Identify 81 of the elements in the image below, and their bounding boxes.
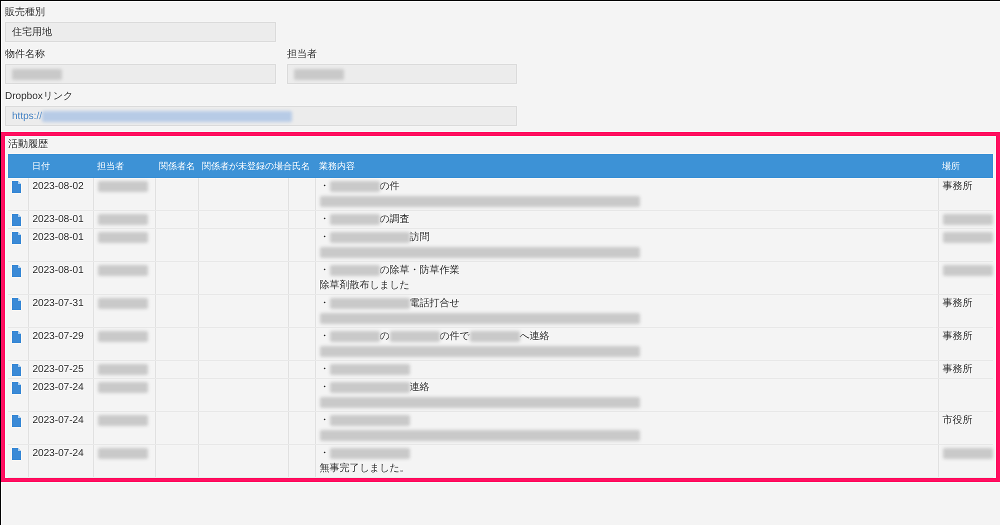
- date-cell: 2023-07-24: [28, 444, 93, 478]
- redacted-text: [942, 232, 992, 243]
- column-header: 関係者名: [155, 154, 198, 178]
- column-header: 日付: [28, 154, 93, 178]
- text: ・: [320, 330, 330, 344]
- redacted-text: [98, 264, 148, 276]
- redacted-text: [98, 382, 148, 393]
- document-icon[interactable]: [12, 382, 21, 394]
- redacted-text: [330, 214, 380, 225]
- document-icon[interactable]: [12, 364, 21, 376]
- redacted-text: [12, 68, 62, 80]
- text: 事務所: [942, 364, 972, 375]
- redacted-text: [98, 330, 148, 342]
- date-cell: 2023-08-01: [28, 262, 93, 294]
- text: 連絡: [410, 380, 430, 395]
- text: ・: [320, 180, 330, 194]
- redacted-text: [330, 331, 380, 342]
- redacted-text: [470, 331, 520, 342]
- text: ・: [320, 381, 330, 395]
- redacted-text: [98, 180, 148, 192]
- header-cell: [8, 154, 28, 178]
- redacted-text: [98, 298, 148, 309]
- field-label: 物件名称: [5, 48, 46, 61]
- text: ・: [320, 414, 330, 428]
- redacted-text: [294, 68, 344, 80]
- document-icon[interactable]: [12, 181, 21, 193]
- date-cell: 2023-08-01: [28, 210, 93, 228]
- text: 住宅用地: [12, 26, 52, 39]
- document-icon[interactable]: [12, 448, 21, 460]
- redacted-text: [98, 364, 148, 375]
- section-title: 活動履歴: [8, 138, 49, 152]
- column-header: 業務内容: [315, 154, 938, 178]
- field-label: 販売種別: [5, 6, 46, 19]
- document-icon[interactable]: [12, 265, 21, 277]
- redacted-text: [98, 232, 148, 243]
- text: ・: [320, 363, 330, 377]
- redacted-text: [390, 331, 440, 342]
- text: の除草・防草作業: [380, 264, 460, 278]
- text: 事務所: [942, 298, 972, 309]
- text: 訪問: [410, 230, 430, 245]
- text: 無事完了しました。: [320, 462, 410, 476]
- text: 電話打合せ: [410, 296, 460, 311]
- date-cell: 2023-07-31: [28, 294, 93, 328]
- text: ・: [320, 447, 330, 461]
- redacted-text: [98, 448, 148, 459]
- redacted-text: [98, 214, 148, 225]
- text: の調査: [380, 212, 410, 227]
- text: へ連絡: [520, 330, 550, 344]
- document-icon[interactable]: [12, 415, 21, 427]
- document-icon[interactable]: [12, 331, 21, 343]
- column-header: 担当者: [93, 154, 155, 178]
- date-cell: 2023-07-25: [28, 360, 93, 378]
- redacted-text: [330, 181, 380, 192]
- text: の: [380, 330, 390, 344]
- redacted-text: [330, 265, 380, 276]
- document-icon[interactable]: [12, 298, 21, 310]
- column-header: 場所: [938, 154, 993, 178]
- text: ・: [320, 264, 330, 278]
- field-label: 担当者: [287, 48, 318, 61]
- date-cell: 2023-07-24: [28, 412, 93, 444]
- text: ・: [320, 297, 330, 311]
- text: 事務所: [942, 181, 972, 192]
- redacted-text: [942, 264, 992, 276]
- text: 除草剤散布しました: [320, 278, 410, 293]
- date-cell: 2023-08-01: [28, 228, 93, 262]
- document-icon[interactable]: [12, 214, 21, 226]
- date-cell: 2023-07-29: [28, 328, 93, 360]
- text: の件で: [440, 330, 470, 344]
- redacted-text: [942, 214, 992, 225]
- redacted-text: [942, 448, 992, 459]
- text: の件: [380, 180, 400, 194]
- redacted-text: [98, 414, 148, 426]
- text: ・: [320, 231, 330, 245]
- text: 市役所: [942, 415, 972, 426]
- text: ・: [320, 213, 330, 227]
- field-label: Dropboxリンク: [5, 90, 74, 103]
- link-text: https://: [12, 110, 42, 122]
- text: 事務所: [942, 331, 972, 342]
- date-cell: 2023-07-24: [28, 378, 93, 412]
- document-icon[interactable]: [12, 232, 21, 244]
- date-cell: 2023-08-02: [28, 178, 93, 210]
